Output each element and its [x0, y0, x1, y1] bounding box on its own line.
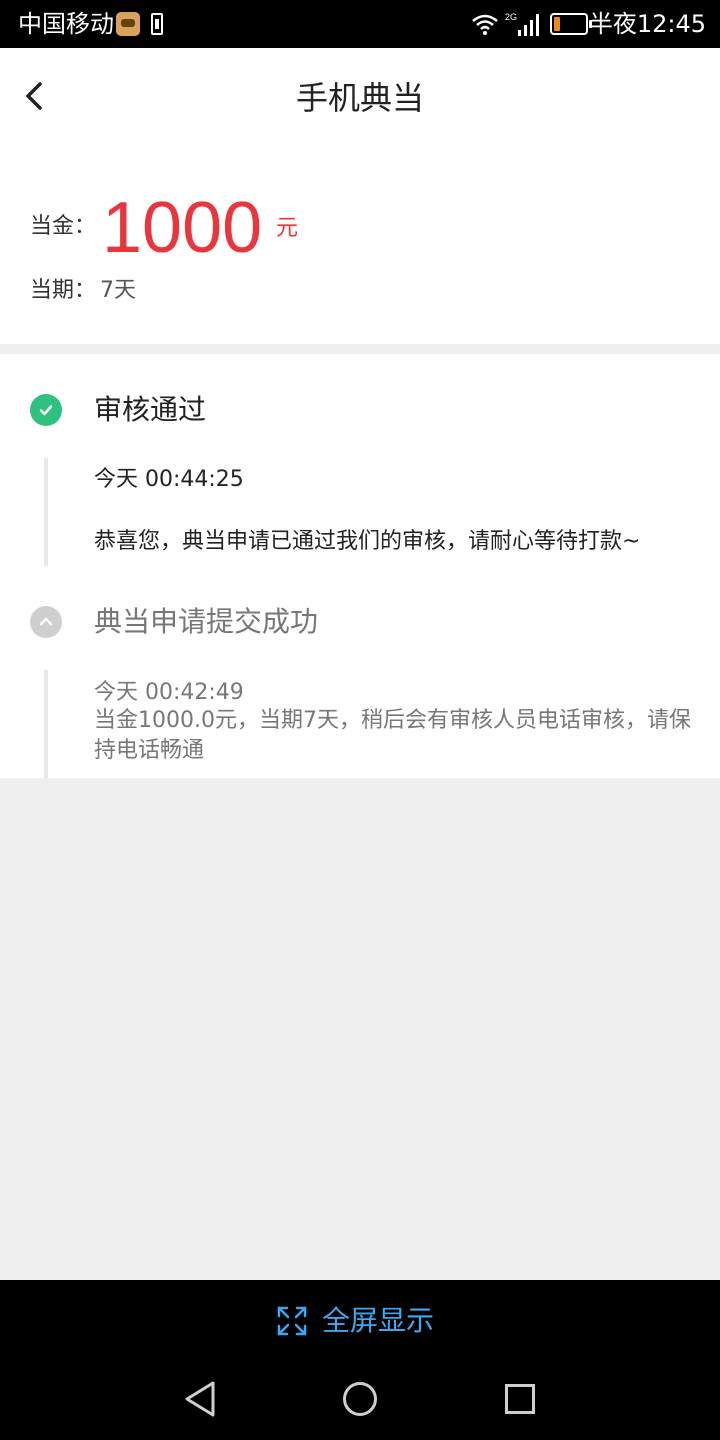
step-time: 今天 00:44:25	[94, 467, 244, 492]
timeline-connector	[44, 670, 48, 778]
status-bar: 中国移动 2G 半夜12:45	[0, 0, 720, 48]
step-time: 今天 00:42:49	[94, 680, 244, 705]
status-time: 半夜12:45	[588, 10, 706, 38]
network-type: 2G	[505, 12, 517, 22]
amount-unit: 元	[276, 216, 299, 241]
nav-recents-icon[interactable]	[505, 1384, 535, 1414]
expand-icon	[277, 1306, 307, 1336]
chevron-up-circle-icon	[30, 606, 62, 638]
progress-timeline: 审核通过 今天 00:44:25 恭喜您，典当申请已通过我们的审核，请耐心等待打…	[0, 354, 720, 778]
nav-home-icon[interactable]	[343, 1382, 377, 1416]
amount-label: 当金：	[30, 214, 97, 239]
nav-back-icon[interactable]	[183, 1380, 217, 1418]
page-title: 手机典当	[295, 79, 424, 117]
battery-saver-icon	[151, 13, 163, 35]
timeline-connector	[44, 458, 48, 566]
signal-icon: 2G	[505, 12, 539, 36]
fullscreen-button[interactable]: 全屏显示	[322, 1302, 434, 1340]
step-status-approved: 审核通过	[94, 393, 207, 426]
tiger-emoji-icon	[116, 12, 140, 36]
app-header: 手机典当	[0, 48, 720, 148]
pawn-summary: 当金： 1000 元 当期： 7天	[0, 148, 720, 344]
step-status-submitted: 典当申请提交成功	[94, 605, 319, 638]
amount-value: 1000	[102, 188, 263, 268]
period-label: 当期：	[30, 278, 97, 303]
check-circle-icon	[30, 394, 62, 426]
carrier-name: 中国移动	[18, 10, 114, 38]
period-value: 7天	[100, 278, 136, 303]
system-nav-bar	[0, 1364, 720, 1440]
step-description: 当金1000.0元，当期7天，稍后会有审核人员电话审核，请保持电话畅通	[94, 708, 691, 763]
step-description: 恭喜您，典当申请已通过我们的审核，请耐心等待打款~	[94, 529, 641, 554]
fullscreen-bar[interactable]: 全屏显示	[0, 1280, 720, 1364]
battery-icon	[550, 13, 592, 35]
wifi-icon	[472, 14, 498, 35]
